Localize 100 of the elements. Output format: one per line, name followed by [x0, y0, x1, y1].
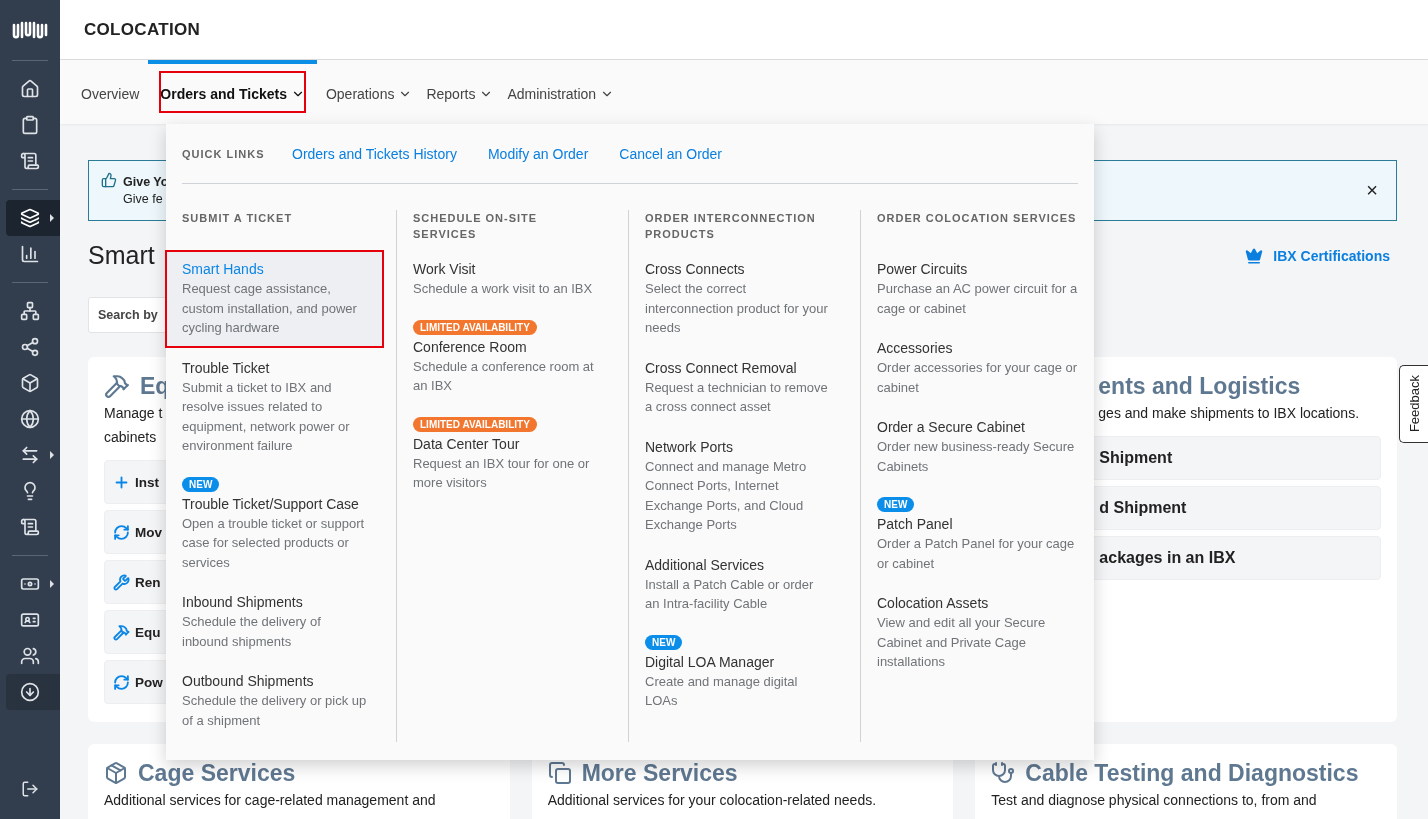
- card-title: Cage Services: [138, 759, 296, 787]
- menu-item[interactable]: Power Circuits Purchase an AC power circuit for a cage or cabinet: [861, 251, 1094, 327]
- item-description: Purchase an AC power circuit for a cage or cabinet: [877, 280, 1078, 318]
- menu-item[interactable]: NEW Trouble Ticket/Support Case Open a trouble ticket or support case for selected products or services: [166, 467, 383, 581]
- item-title: Digital LOA Manager: [645, 652, 775, 672]
- status-badge: NEW: [182, 476, 220, 492]
- item-title: Order a Secure Cabinet: [877, 418, 1025, 437]
- column-heading: SCHEDULE ON-SITE SERVICES: [413, 211, 539, 242]
- item-title: Network Ports: [645, 437, 733, 457]
- menu-item[interactable]: Outbound Shipments Schedule the delivery or pick up of a shipment: [166, 663, 383, 739]
- crown-icon: [1245, 246, 1264, 265]
- menu-item[interactable]: LIMITED AVAILABILITY Conference Room Schedule a conference room at an IBX: [397, 310, 615, 405]
- menu-item[interactable]: Additional Services Install a Patch Cable or order an Intra-facility Cable: [629, 546, 847, 623]
- menu-item[interactable]: LIMITED AVAILABILITY Data Center Tour Request an IBX tour for one or more visitors: [397, 407, 615, 502]
- nav-tab[interactable]: Overview: [76, 60, 145, 124]
- menu-item[interactable]: Work Visit Schedule a work visit to an IBX: [397, 251, 615, 308]
- banner-text: Give fe: [123, 192, 163, 206]
- menu-item[interactable]: Trouble Ticket Submit a ticket to IBX and resolve issues related to equipment, network power or environment failure: [166, 349, 383, 465]
- item-description: Request a technician to remove a cross connect asset: [645, 378, 829, 416]
- thumbs-up-icon: [101, 172, 117, 188]
- scroll-icon: [20, 517, 40, 537]
- bar-chart-icon: [20, 244, 40, 264]
- quick-links-label: QUICK LINKS: [182, 147, 266, 160]
- card-description: cabinets: [104, 428, 157, 447]
- nav-tab[interactable]: Administration: [502, 60, 620, 124]
- sidebar-item[interactable]: [6, 674, 60, 710]
- item-title: Outbound Shipments: [182, 672, 314, 691]
- refresh-icon: [113, 673, 130, 691]
- cube-icon: [104, 761, 128, 785]
- scroll-icon: [20, 151, 40, 171]
- card-description: Test and diagnose physical connections to, from and: [991, 791, 1317, 810]
- clipboard-icon: [20, 115, 40, 135]
- card-description: Additional services for cage-related management and: [104, 791, 436, 810]
- status-badge: NEW: [645, 634, 683, 650]
- item-title: Colocation Assets: [877, 594, 989, 613]
- card-title: ents and Logistics: [1098, 372, 1301, 400]
- item-title: Data Center Tour: [413, 434, 520, 454]
- item-description: Request an IBX tour for one or more visitors: [413, 454, 591, 492]
- menu-item[interactable]: Colocation Assets View and edit all your Secure Cabinet and Private Cage installations: [861, 585, 1094, 681]
- feedback-tab[interactable]: Feedback: [1399, 365, 1428, 443]
- menu-item[interactable]: Cross Connects Select the correct interconnection product for your needs: [629, 251, 847, 347]
- item-description: Create and manage digital LOAs: [645, 672, 799, 710]
- stethoscope-icon: [991, 761, 1016, 785]
- card-description: Manage t: [104, 404, 163, 423]
- item-description: Request cage assistance, custom installation, and power cycling hardware: [182, 280, 358, 337]
- page-title: Smart: [88, 241, 155, 270]
- card-description: Additional services for your colocation-related needs.: [547, 791, 877, 810]
- menu-item[interactable]: Network Ports Connect and manage Metro Connect Ports, Internet Exchange Ports, and Cloud Exchange Ports: [629, 428, 847, 544]
- nav-tab[interactable]: Reports: [421, 60, 499, 124]
- logo-icon: [12, 19, 48, 41]
- menu-item[interactable]: Inbound Shipments Schedule the delivery of inbound shipments: [166, 584, 383, 660]
- item-description: Schedule the delivery or pick up of a shipment: [182, 692, 367, 730]
- item-description: Install a Patch Cable or order an Intra-facility Cable: [645, 575, 815, 613]
- item-description: Schedule the delivery of inbound shipments: [182, 613, 322, 651]
- card-description: ges and make shipments to IBX locations.: [1098, 404, 1360, 423]
- hammer-icon: [104, 373, 130, 399]
- item-title: Conference Room: [413, 337, 527, 357]
- item-description: Submit a ticket to IBX and resolve issues related to equipment, network power or environment failure: [182, 378, 351, 455]
- copy-icon: [547, 761, 572, 785]
- globe-icon: [20, 409, 40, 429]
- refresh-icon: [113, 523, 130, 541]
- item-description: Schedule a work visit to an IBX: [413, 280, 593, 298]
- menu-item[interactable]: Accessories Order accessories for your cage or cabinet: [861, 330, 1094, 406]
- download-icon: [20, 682, 40, 702]
- menu-item[interactable]: Smart Hands Request cage assistance, custom installation, and power cycling hardware: [166, 251, 383, 347]
- item-title: Trouble Ticket/Support Case: [182, 494, 359, 514]
- wrench-icon: [113, 573, 130, 591]
- logout-icon: [21, 780, 39, 798]
- arrows-icon: [20, 445, 40, 465]
- status-badge: LIMITED AVAILABILITY: [413, 416, 537, 432]
- column-heading: SUBMIT A TICKET: [182, 211, 293, 226]
- sidebar-item[interactable]: [6, 200, 60, 236]
- item-description: Schedule a conference room at an IBX: [413, 357, 595, 395]
- item-title: Cross Connect Removal: [645, 358, 797, 378]
- item-title: Cross Connects: [645, 260, 745, 279]
- network-icon: [20, 301, 40, 321]
- menu-item[interactable]: Cross Connect Removal Request a technician to remove a cross connect asset: [629, 349, 847, 426]
- certifications-link[interactable]: IBX Certifications: [1245, 246, 1397, 265]
- nav-tab[interactable]: Operations: [320, 60, 418, 124]
- quick-link[interactable]: Cancel an Order: [619, 145, 723, 162]
- item-title: Inbound Shipments: [182, 593, 303, 612]
- item-description: Connect and manage Metro Connect Ports, Internet Exchange Ports, and Cloud Exchange Ports: [645, 457, 808, 534]
- item-description: Select the correct interconnection product for your needs: [645, 280, 829, 337]
- item-title: Smart Hands: [182, 260, 264, 279]
- quick-link[interactable]: Orders and Tickets History: [292, 145, 457, 162]
- share-icon: [20, 337, 40, 357]
- item-title: Accessories: [877, 339, 953, 358]
- status-badge: NEW: [877, 497, 915, 512]
- close-button[interactable]: ×: [1360, 179, 1384, 202]
- status-badge: LIMITED AVAILABILITY: [413, 319, 537, 335]
- item-description: View and edit all your Secure Cabinet and Private Cage installations: [877, 614, 1047, 671]
- item-title: Power Circuits: [877, 260, 968, 279]
- card-title: Cable Testing and Diagnostics: [1025, 759, 1359, 787]
- quick-link[interactable]: Modify an Order: [487, 145, 589, 162]
- card-title: More Services: [581, 759, 738, 787]
- nav-tab[interactable]: Orders and Tickets: [148, 60, 317, 124]
- menu-item[interactable]: NEW Digital LOA Manager Create and manage digital LOAs: [629, 625, 847, 720]
- home-icon: [20, 79, 40, 99]
- column-heading: ORDER COLOCATION SERVICES: [877, 211, 1077, 226]
- app-title: COLOCATION: [84, 19, 200, 40]
